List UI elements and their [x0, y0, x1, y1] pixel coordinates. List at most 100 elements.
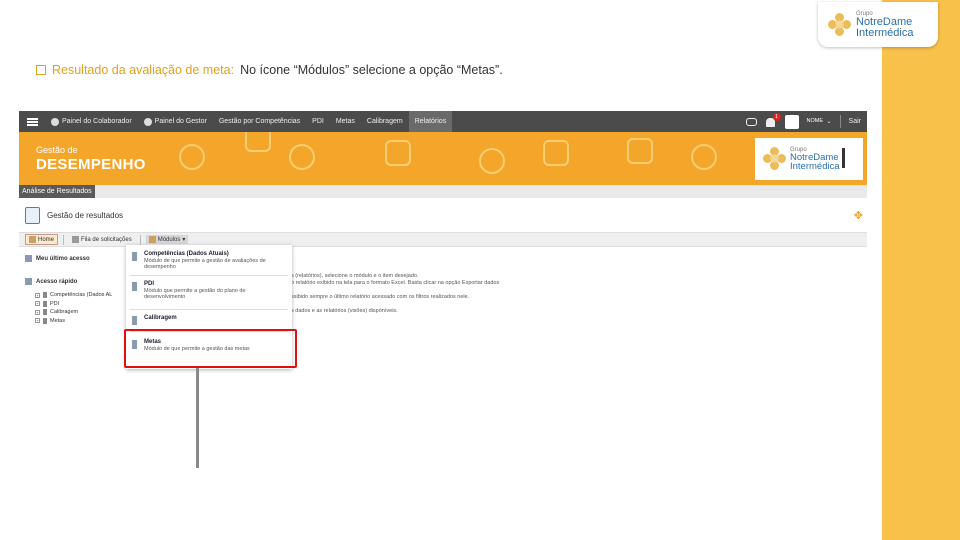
tree-label: PDI: [50, 300, 60, 307]
clipboard-icon: [385, 140, 411, 166]
monitor-icon: [627, 138, 653, 164]
page-header: Gestão de resultados ✥: [19, 203, 867, 227]
list-icon: [72, 236, 80, 243]
menu-item-calibragem[interactable]: Calibragem: [126, 311, 292, 326]
avatar[interactable]: [784, 114, 799, 129]
nav-painel-colaborador[interactable]: Painel do Colaborador: [45, 111, 138, 132]
nav-label: Relatórios: [414, 118, 447, 125]
help-line: ssibido sempre o último relatório acessa…: [291, 294, 470, 300]
clock-icon: [289, 144, 315, 170]
filters-button[interactable]: Fila de solicitações: [69, 235, 135, 244]
tree-item-calibragem[interactable]: + Calibragem: [35, 308, 135, 317]
module-icon: [43, 309, 47, 316]
instruction-line: Resultado da avaliação de meta: No ícone…: [36, 63, 503, 77]
expand-icon[interactable]: +: [35, 318, 40, 324]
help-line: o relatório exibido na tela para o forma…: [291, 280, 500, 286]
modules-icon: [148, 236, 156, 243]
people-icon: [179, 144, 205, 170]
help-line: [291, 287, 551, 294]
mail-icon: [245, 132, 271, 152]
briefcase-icon: [543, 140, 569, 166]
nav-label: Metas: [335, 118, 355, 125]
quick-access-label: Acesso rápido: [36, 278, 78, 285]
menu-item-competencias[interactable]: Competências (Dados Atuais) Módulo de qu…: [126, 247, 292, 275]
divider: [139, 234, 141, 245]
tree-item-competencias[interactable]: + Competências (Dados AL: [35, 291, 135, 300]
chevron-down-icon: ▾: [182, 237, 186, 243]
nav-pdi[interactable]: PDI: [306, 111, 330, 132]
highlight-box: [124, 329, 297, 368]
tree-item-metas[interactable]: + Metas: [35, 317, 135, 326]
move-arrows-icon[interactable]: ✥: [854, 209, 863, 222]
nav-relatorios[interactable]: Relatórios: [408, 111, 453, 132]
logo-line2-text: Intermédica: [790, 161, 840, 172]
user-name[interactable]: NOME: [807, 118, 824, 125]
help-line: s dados e as relatórios (visões) dispóní…: [291, 308, 398, 314]
app-screenshot: Painel do Colaborador Painel do Gestor G…: [19, 111, 867, 369]
gear-icon: [479, 148, 505, 174]
menu-item-pdi[interactable]: PDI Módulo que permite a gestão do plano…: [126, 277, 292, 305]
module-icon: [43, 300, 47, 307]
modules-label: Módulos: [157, 236, 181, 243]
nav-calibragem[interactable]: Calibragem: [361, 111, 409, 132]
notification-badge: 1: [772, 112, 781, 121]
accent-band: [882, 0, 960, 540]
logout-link[interactable]: Sair: [849, 118, 861, 125]
nav-label: Painel do Colaborador: [62, 118, 132, 125]
home-icon: [29, 236, 36, 243]
banner-logo: Grupo NotreDame Intermédica: [755, 138, 863, 180]
help-text: s (relatórios), selecione o módulo e o i…: [291, 273, 551, 315]
nav-label: Painel do Gestor: [154, 118, 207, 125]
nav-label: Calibragem: [366, 118, 403, 125]
banner: Gestão de DESEMPENHO Grupo NotreDame Int…: [19, 132, 867, 185]
left-panel: Meu último acesso Acesso rápido + Competê…: [25, 253, 135, 325]
star-icon: [25, 278, 32, 285]
hamburger-icon: [26, 117, 38, 126]
divider: [130, 309, 288, 310]
home-label: Home: [38, 236, 55, 243]
expand-icon[interactable]: +: [35, 309, 40, 315]
page-title: Gestão de resultados: [47, 210, 124, 220]
expand-icon[interactable]: +: [35, 301, 40, 307]
tree-label: Competências (Dados AL: [50, 292, 113, 299]
chat-icon[interactable]: [745, 117, 757, 126]
tree-item-pdi[interactable]: + PDI: [35, 300, 135, 309]
banner-title-small: Gestão de: [36, 145, 78, 155]
nav-gestao-competencias[interactable]: Gestão por Competências: [213, 111, 306, 132]
module-icon: [43, 292, 47, 299]
nav-label: PDI: [312, 118, 324, 125]
help-line: s (relatórios), selecione o módulo e o i…: [291, 273, 419, 279]
divider: [839, 115, 841, 128]
users-icon: [143, 117, 152, 126]
logo-line1-text: NotreDame: [856, 15, 913, 28]
nav-painel-gestor[interactable]: Painel do Gestor: [138, 111, 213, 132]
expand-icon[interactable]: +: [35, 292, 40, 298]
notifications-button[interactable]: 1: [765, 112, 781, 128]
pointer-line: [196, 368, 199, 468]
last-access-item[interactable]: Meu último acesso: [25, 253, 135, 264]
tree-label: Calibragem: [50, 309, 79, 316]
tab-analise-resultados[interactable]: Análise de Resultados: [19, 185, 95, 198]
divider: [63, 234, 65, 245]
divider: [842, 148, 845, 168]
user-icon: [51, 117, 59, 126]
divider: [130, 275, 288, 276]
top-nav-bar: Painel do Colaborador Painel do Gestor G…: [19, 111, 867, 132]
modules-button[interactable]: Módulos ▾: [145, 235, 189, 244]
filters-label: Fila de solicitações: [81, 236, 132, 243]
tree-label: Metas: [50, 317, 65, 324]
help-line: [291, 301, 551, 308]
document-icon: [25, 206, 40, 224]
module-icon: [132, 282, 137, 291]
menu-item-desc: Módulo de que permite a gestão de avalia…: [144, 257, 266, 271]
module-icon: [132, 252, 137, 261]
menu-item-desc: Módulo que permite a gestão do plano de …: [144, 287, 246, 301]
tab-strip: Análise de Resultados: [19, 185, 867, 198]
menu-button[interactable]: [19, 111, 45, 132]
chevron-down-icon[interactable]: ⌄: [827, 118, 832, 125]
menu-item-title: Calibragem: [144, 315, 177, 321]
home-button[interactable]: Home: [25, 234, 59, 245]
history-icon: [25, 255, 32, 262]
nav-metas[interactable]: Metas: [330, 111, 361, 132]
quick-access-item[interactable]: Acesso rápido: [25, 276, 135, 287]
